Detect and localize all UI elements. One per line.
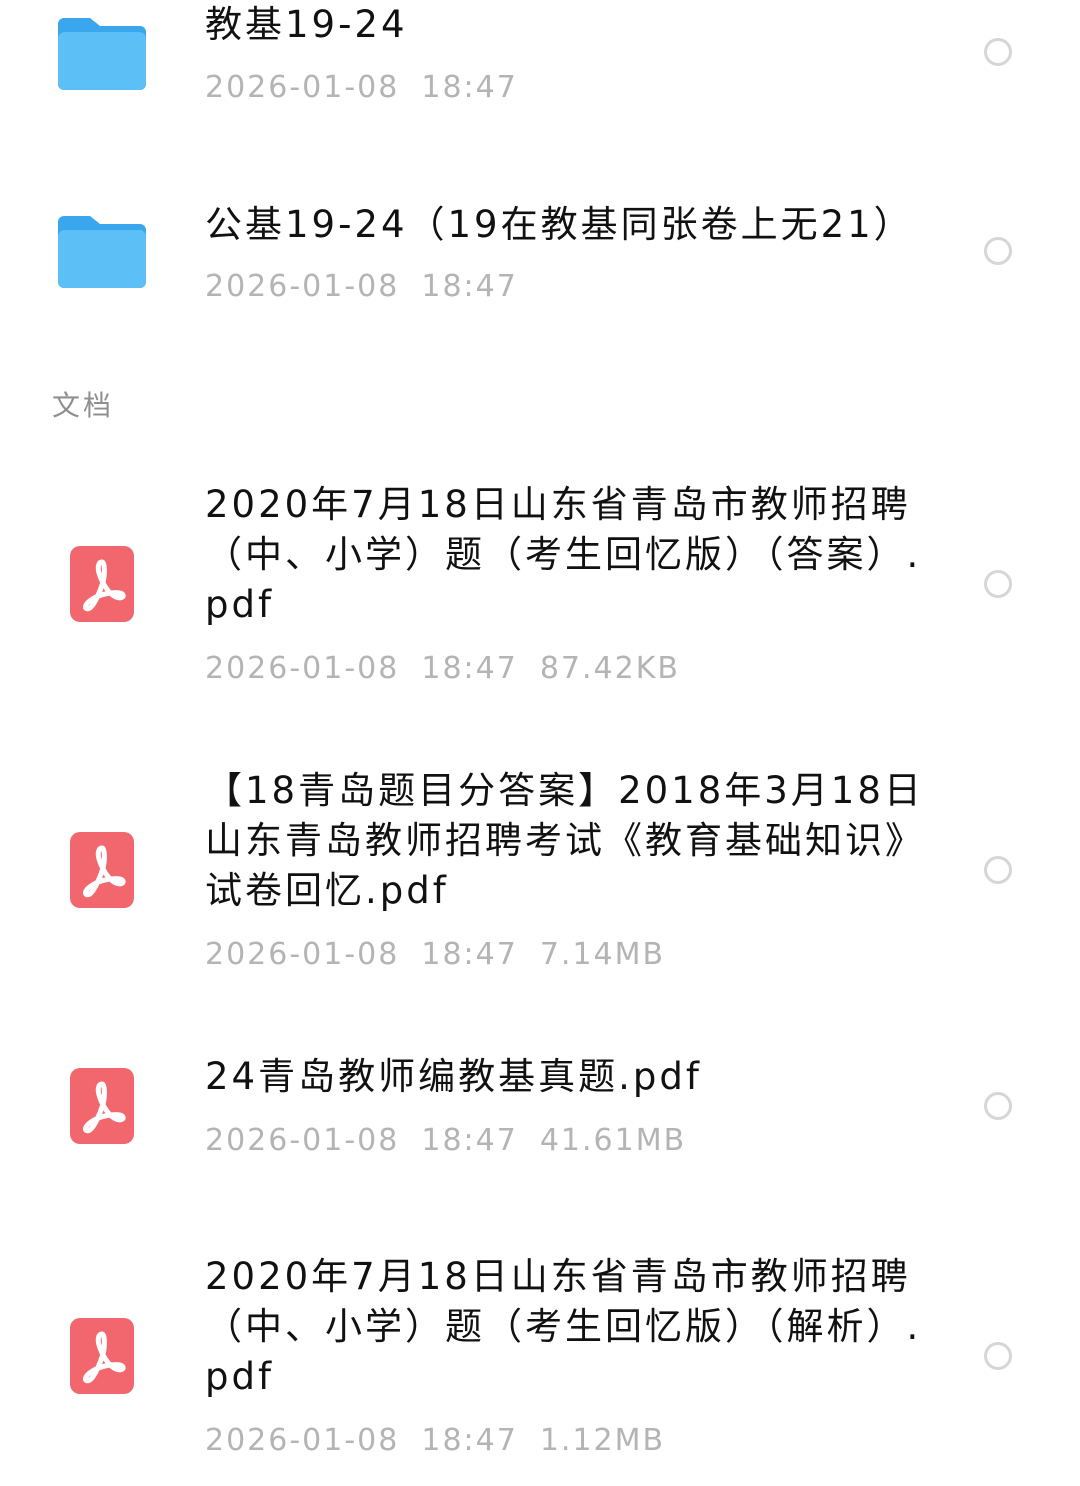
document-row[interactable]: 24青岛教师编教基真题.pdf 2026-01-08 18:47 41.61MB <box>0 1052 1080 1172</box>
folder-date: 2026-01-08 <box>205 269 400 304</box>
document-time: 18:47 <box>421 1123 518 1158</box>
select-radio[interactable] <box>984 237 1012 265</box>
document-row[interactable]: 2020年7月18日山东省青岛市教师招聘（中、小学）题（考生回忆版）（答案）.p… <box>0 480 1080 690</box>
folder-row[interactable]: 教基19-24 2026-01-08 18:47 <box>0 0 1080 150</box>
document-name: 24青岛教师编教基真题.pdf <box>205 1055 702 1098</box>
folder-icon <box>58 18 146 90</box>
document-time: 18:47 <box>421 1423 518 1458</box>
folder-time: 18:47 <box>421 70 518 105</box>
document-meta: 2026-01-08 18:47 1.12MB <box>205 1423 687 1459</box>
select-radio[interactable] <box>984 38 1012 66</box>
section-label-documents: 文档 <box>52 389 115 422</box>
document-row[interactable]: 2020年7月18日山东省青岛市教师招聘（中、小学）题（考生回忆版）（解析）.p… <box>0 1252 1080 1472</box>
document-size: 1.12MB <box>539 1423 666 1458</box>
document-time: 18:47 <box>421 651 518 686</box>
document-date: 2026-01-08 <box>205 1423 400 1458</box>
document-size: 87.42KB <box>539 651 680 686</box>
folder-date: 2026-01-08 <box>205 70 400 105</box>
folder-row[interactable]: 公基19-24（19在教基同张卷上无21） 2026-01-08 18:47 <box>0 190 1080 330</box>
select-radio[interactable] <box>984 1342 1012 1370</box>
pdf-icon <box>70 546 134 622</box>
document-size: 41.61MB <box>539 1123 687 1158</box>
pdf-icon <box>70 1068 134 1144</box>
document-date: 2026-01-08 <box>205 1123 400 1158</box>
document-meta: 2026-01-08 18:47 7.14MB <box>205 937 687 973</box>
select-radio[interactable] <box>984 1092 1012 1120</box>
folder-meta: 2026-01-08 18:47 <box>205 269 540 305</box>
document-row[interactable]: 【18青岛题目分答案】2018年3月18日山东青岛教师招聘考试《教育基础知识》试… <box>0 766 1080 976</box>
folder-time: 18:47 <box>421 269 518 304</box>
document-name: 2020年7月18日山东省青岛市教师招聘（中、小学）题（考生回忆版）（答案）.p… <box>205 483 922 626</box>
document-meta: 2026-01-08 18:47 41.61MB <box>205 1123 708 1159</box>
document-name: 【18青岛题目分答案】2018年3月18日山东青岛教师招聘考试《教育基础知识》试… <box>205 769 925 912</box>
select-radio[interactable] <box>984 570 1012 598</box>
document-size: 7.14MB <box>539 937 666 972</box>
document-time: 18:47 <box>421 937 518 972</box>
pdf-icon <box>70 1318 134 1394</box>
folder-name: 公基19-24（19在教基同张卷上无21） <box>205 203 914 246</box>
document-meta: 2026-01-08 18:47 87.42KB <box>205 651 702 687</box>
folder-meta: 2026-01-08 18:47 <box>205 70 540 106</box>
folder-name: 教基19-24 <box>205 3 408 46</box>
document-name: 2020年7月18日山东省青岛市教师招聘（中、小学）题（考生回忆版）（解析）.p… <box>205 1255 922 1398</box>
document-date: 2026-01-08 <box>205 651 400 686</box>
pdf-icon <box>70 832 134 908</box>
select-radio[interactable] <box>984 856 1012 884</box>
document-date: 2026-01-08 <box>205 937 400 972</box>
folder-icon <box>58 216 146 288</box>
